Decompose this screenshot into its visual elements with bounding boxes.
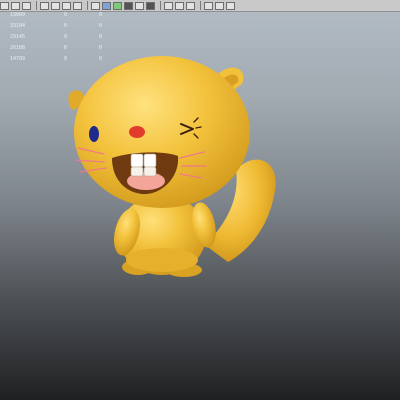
nose [129,126,145,138]
right-tooth [143,153,157,168]
left-lower-tooth [130,166,144,177]
left-eye [89,126,99,142]
left-tooth [130,153,144,168]
belly-base [126,248,198,272]
maya-viewport[interactable]: 13089 0 0 33104 0 0 29145 0 0 26108 0 0 … [0,0,400,400]
right-lower-tooth [143,166,157,177]
squirrel-character-model[interactable] [0,0,400,400]
